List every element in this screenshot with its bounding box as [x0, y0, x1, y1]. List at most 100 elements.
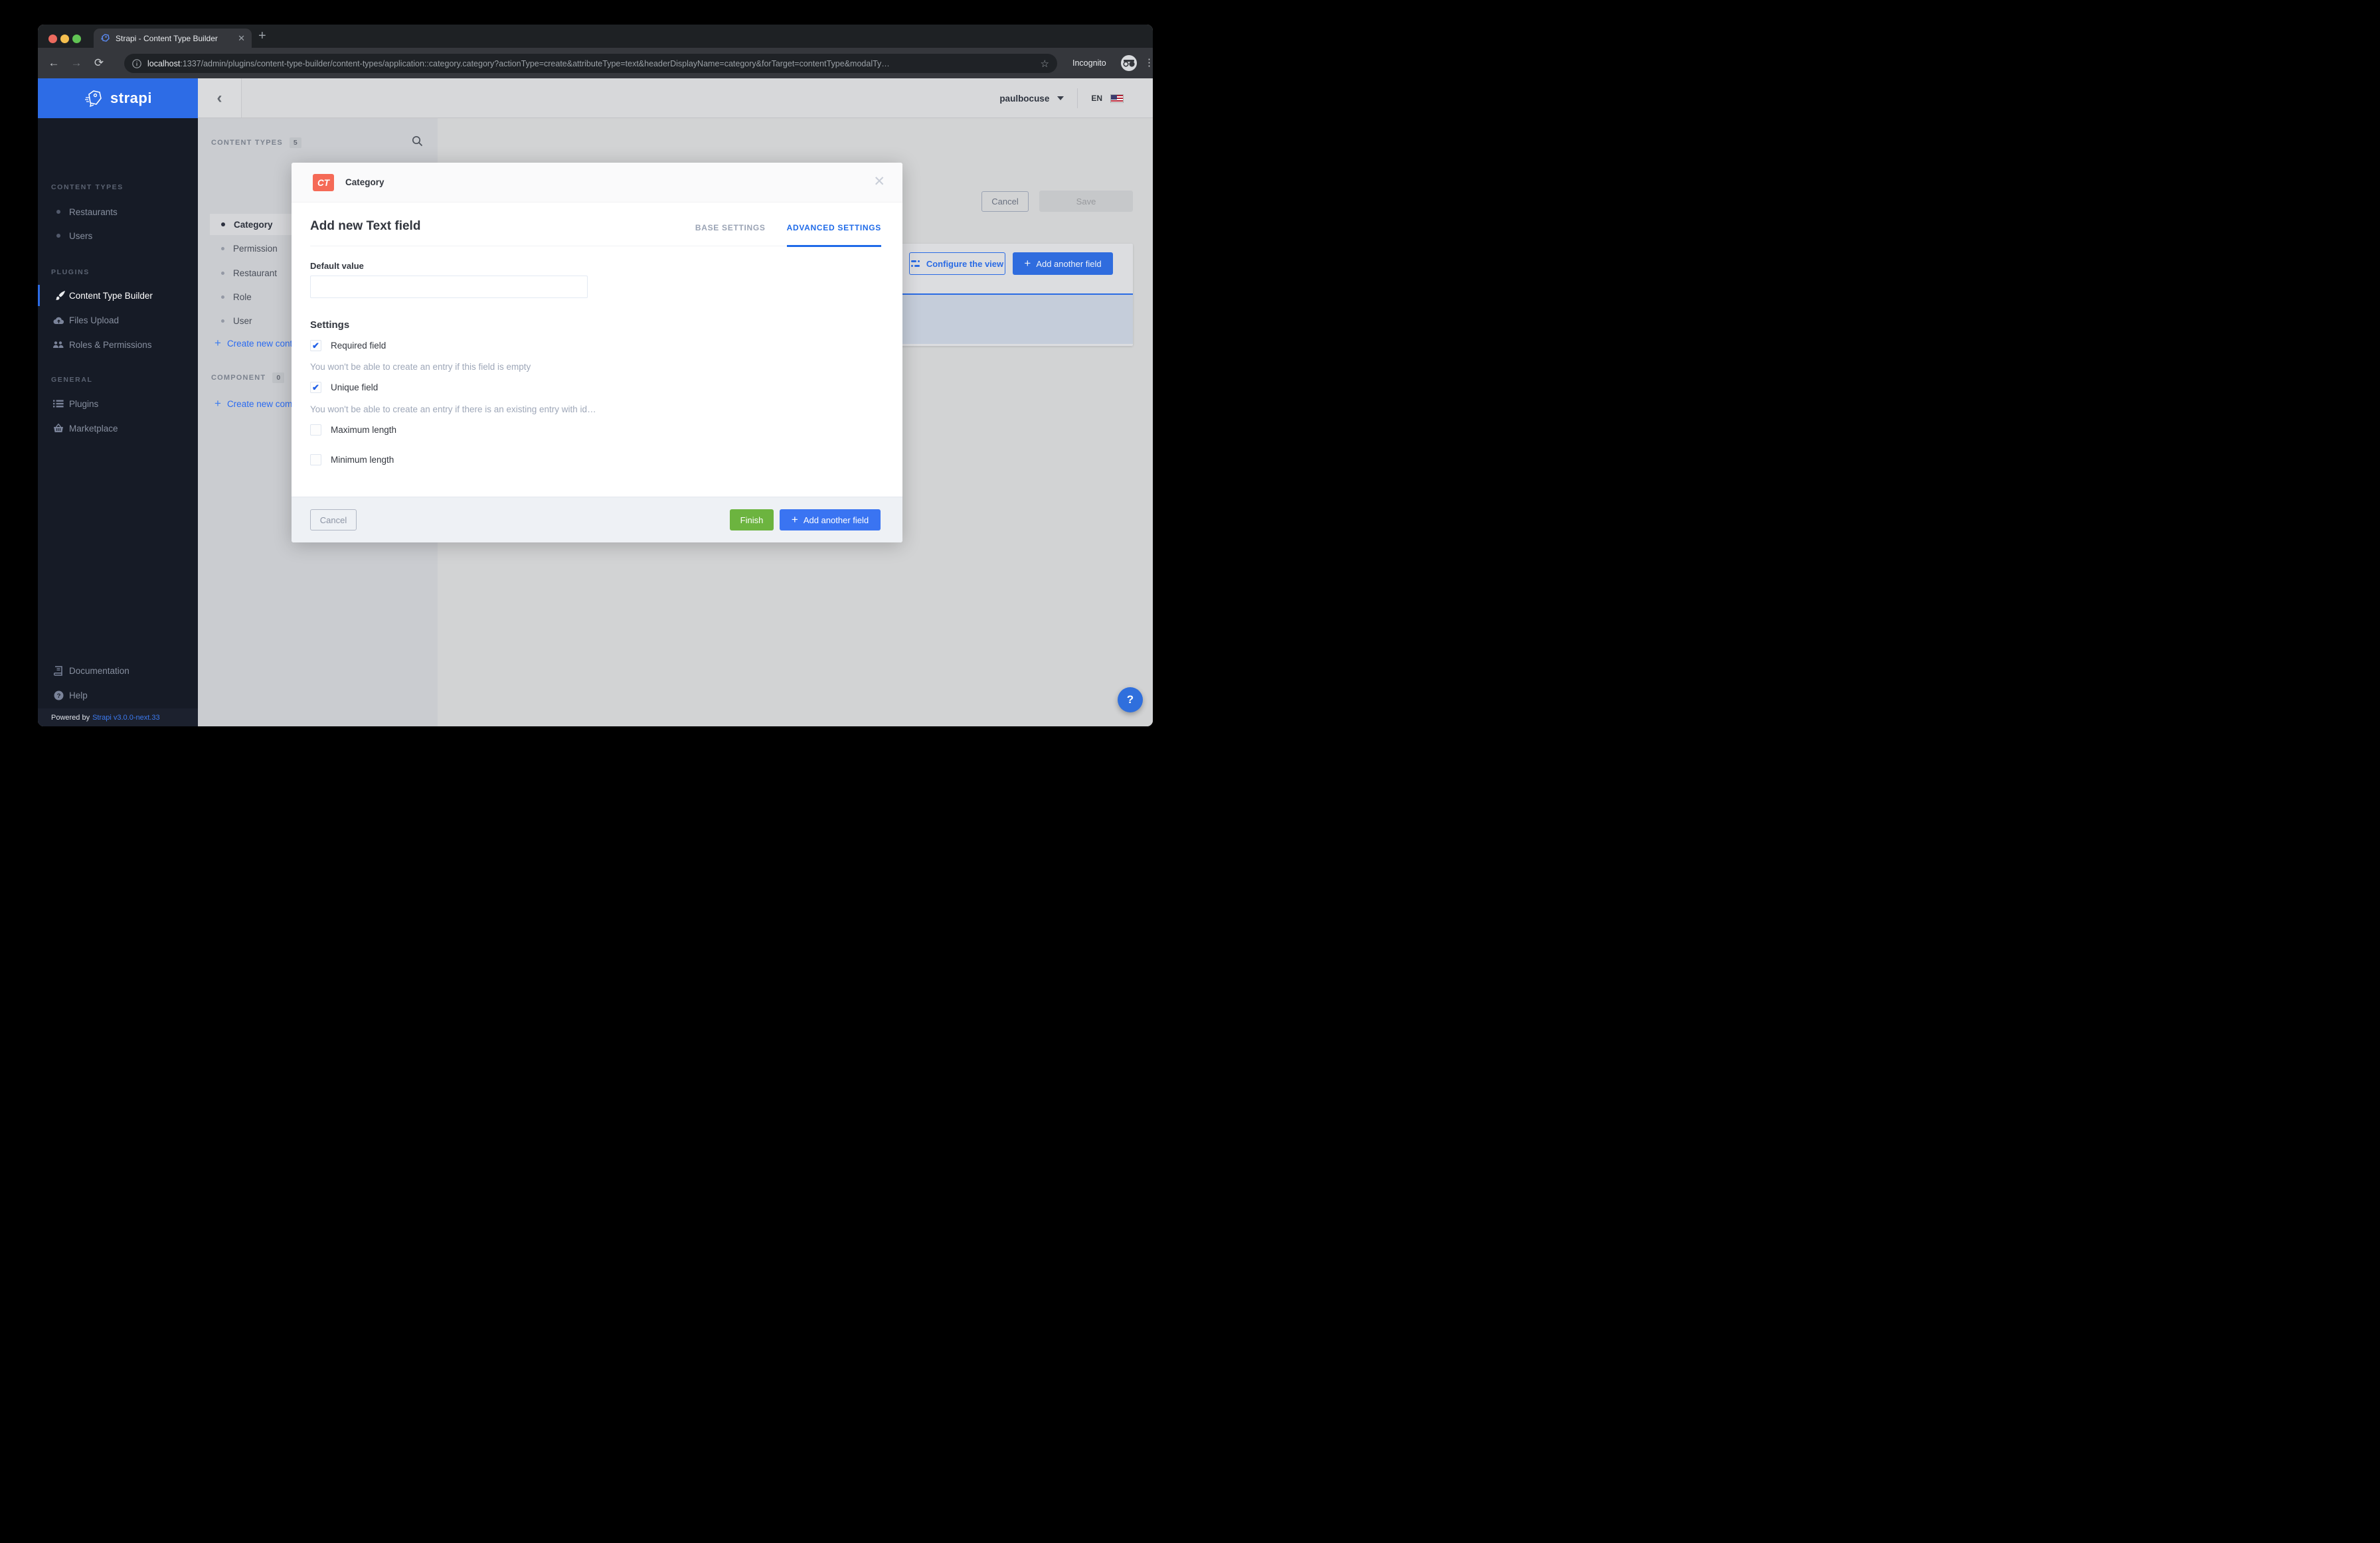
us-flag-icon[interactable] [1110, 94, 1124, 103]
tab-advanced-settings[interactable]: ADVANCED SETTINGS [786, 223, 882, 247]
strapi-favicon-icon [100, 33, 110, 43]
tab-close-icon[interactable]: ✕ [238, 33, 245, 44]
help-fab-button[interactable]: ? [1118, 687, 1143, 712]
required-field-checkbox[interactable]: ✔ [310, 340, 321, 351]
sidebar: strapi CONTENT TYPES Restaurants Users P… [38, 78, 198, 726]
component-count-badge: 0 [272, 372, 285, 383]
browser-tabstrip: Strapi - Content Type Builder ✕ + [38, 25, 1153, 48]
sidebar-item-files-upload[interactable]: Files Upload [38, 309, 198, 331]
default-value-input[interactable] [310, 276, 588, 298]
url-host: localhost [147, 58, 181, 68]
macos-minimize-button[interactable] [60, 35, 69, 43]
maximum-length-checkbox[interactable] [310, 424, 321, 436]
url-bar[interactable]: localhost:1337/admin/plugins/content-typ… [124, 54, 1057, 73]
maximum-length-row[interactable]: Maximum length [310, 424, 396, 436]
cancel-button[interactable]: Cancel [981, 191, 1029, 212]
divider [1077, 88, 1078, 108]
modal-title-row: Add new Text field BASE SETTINGS ADVANCE… [310, 203, 882, 247]
filter-icon [910, 260, 921, 268]
bullet-icon [50, 234, 67, 238]
bullet-icon [221, 271, 224, 275]
new-tab-button[interactable]: + [258, 29, 266, 44]
sidebar-item-marketplace[interactable]: Marketplace [38, 418, 198, 439]
url-path: :1337/admin/plugins/content-type-builder… [180, 58, 890, 68]
sidebar-item-help[interactable]: ? Help [38, 685, 198, 706]
required-field-row[interactable]: ✔ Required field [310, 340, 386, 351]
modal-heading: Add new Text field [310, 219, 421, 233]
locale-label[interactable]: EN [1091, 94, 1102, 103]
unique-field-description: You won't be able to create an entry if … [310, 404, 596, 414]
bullet-icon [221, 246, 224, 250]
modal-add-another-field-button[interactable]: + Add another field [780, 509, 881, 530]
plus-icon: + [214, 337, 221, 349]
modal-content-type-name: Category [345, 177, 384, 187]
strapi-logo[interactable]: strapi [38, 78, 198, 118]
url-text: localhost:1337/admin/plugins/content-typ… [147, 59, 1035, 68]
bullet-icon [221, 319, 224, 323]
macos-maximize-button[interactable] [72, 35, 81, 43]
finish-button[interactable]: Finish [730, 509, 774, 530]
sidebar-section-general: GENERAL [51, 376, 93, 384]
chevron-down-icon[interactable] [1057, 96, 1064, 100]
powered-by-footer: Powered by Strapi v3.0.0-next.33 [38, 708, 198, 726]
sidebar-item-content-type-builder[interactable]: Content Type Builder [38, 285, 198, 306]
incognito-label: Incognito [1072, 58, 1106, 68]
list-icon [50, 400, 67, 408]
forward-icon[interactable]: → [70, 56, 83, 70]
paintbrush-icon [52, 290, 69, 301]
minimum-length-checkbox[interactable] [310, 454, 321, 465]
sidebar-item-plugins[interactable]: Plugins [38, 393, 198, 414]
back-icon[interactable]: ← [47, 56, 60, 70]
basket-icon [50, 424, 67, 433]
incognito-icon [1121, 55, 1137, 71]
tab-title: Strapi - Content Type Builder [116, 33, 218, 43]
sidebar-item-restaurants[interactable]: Restaurants [38, 201, 198, 222]
strapi-logo-text: strapi [110, 90, 152, 106]
content-type-badge: CT [313, 174, 334, 191]
content-types-count-badge: 5 [289, 137, 301, 148]
strapi-rocket-icon [85, 90, 102, 108]
modal-header: CT Category ✕ [292, 163, 902, 203]
sidebar-item-users[interactable]: Users [38, 225, 198, 246]
strapi-version-link[interactable]: Strapi v3.0.0-next.33 [92, 714, 160, 722]
plus-icon: + [791, 513, 798, 526]
plus-icon: + [214, 397, 221, 410]
modal-footer: Cancel Finish + Add another field [292, 497, 902, 542]
tab-base-settings[interactable]: BASE SETTINGS [695, 223, 766, 246]
bullet-icon [221, 222, 225, 226]
save-button[interactable]: Save [1039, 191, 1133, 212]
add-another-field-button[interactable]: + Add another field [1013, 252, 1113, 275]
unique-field-row[interactable]: ✔ Unique field [310, 382, 378, 393]
search-icon[interactable] [412, 135, 423, 147]
browser-tab[interactable]: Strapi - Content Type Builder ✕ [94, 29, 252, 48]
close-icon[interactable]: ✕ [873, 173, 885, 190]
configure-view-button[interactable]: Configure the view [909, 252, 1005, 275]
users-group-icon [50, 341, 67, 349]
bullet-icon [221, 295, 224, 299]
site-info-icon[interactable] [132, 58, 141, 68]
minimum-length-row[interactable]: Minimum length [310, 454, 394, 465]
bookmark-star-icon[interactable]: ☆ [1041, 58, 1049, 70]
user-menu[interactable]: paulbocuse [999, 94, 1049, 104]
top-header: ‹ paulbocuse EN [198, 78, 1153, 118]
plus-icon: + [1024, 257, 1031, 270]
powered-by-text: Powered by [51, 713, 90, 722]
back-button[interactable]: ‹ [198, 78, 242, 118]
reload-icon[interactable]: ⟳ [92, 56, 106, 70]
required-field-description: You won't be able to create an entry if … [310, 362, 531, 372]
bullet-icon [50, 210, 67, 214]
sidebar-section-content-types: CONTENT TYPES [51, 183, 124, 191]
macos-close-button[interactable] [48, 35, 57, 43]
browser-window: Strapi - Content Type Builder ✕ + ← → ⟳ … [38, 25, 1153, 726]
browser-menu-icon[interactable]: ⋮ [1144, 56, 1153, 68]
sidebar-section-plugins: PLUGINS [51, 268, 90, 276]
component-header-label: COMPONENT [211, 374, 266, 382]
help-circle-icon: ? [50, 690, 67, 700]
unique-field-checkbox[interactable]: ✔ [310, 382, 321, 393]
sidebar-item-documentation[interactable]: Documentation [38, 660, 198, 681]
panel-header-label: CONTENT TYPES [211, 139, 283, 147]
modal-cancel-button[interactable]: Cancel [310, 509, 357, 530]
sidebar-item-roles-permissions[interactable]: Roles & Permissions [38, 334, 198, 355]
default-value-label: Default value [310, 261, 364, 271]
add-field-modal: CT Category ✕ Add new Text field BASE SE… [292, 163, 902, 542]
